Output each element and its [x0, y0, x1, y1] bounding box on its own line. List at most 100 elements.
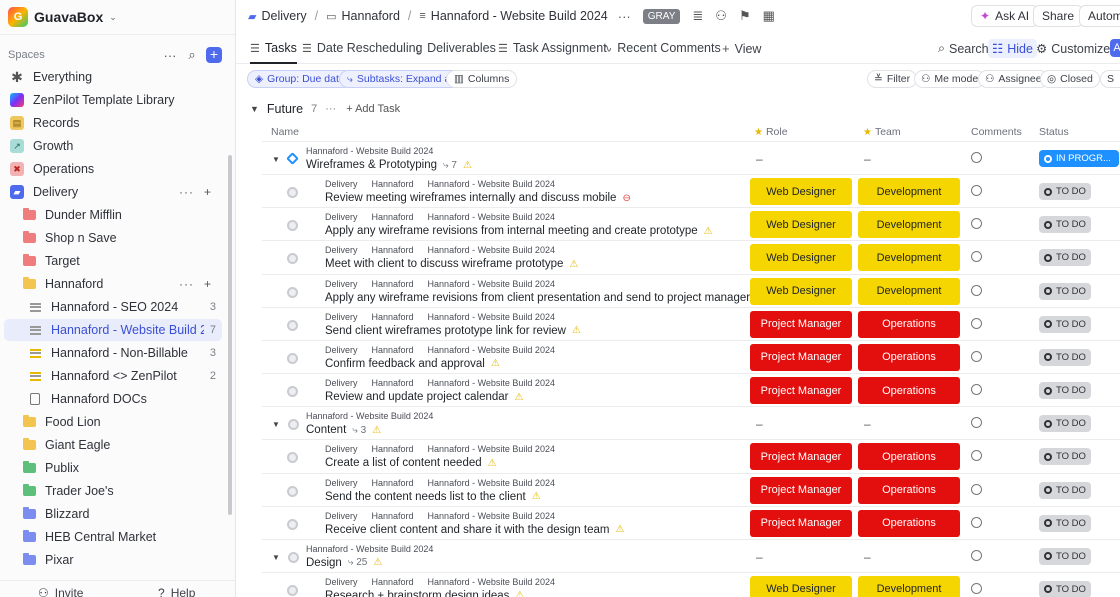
task-name-text[interactable]: Research + brainstorm design ideas	[325, 590, 509, 597]
add-view-button[interactable]: + View	[722, 41, 761, 56]
role-empty[interactable]: –	[756, 417, 763, 431]
role-empty[interactable]: –	[756, 152, 763, 166]
status-circle-icon[interactable]	[287, 286, 298, 298]
status-circle-icon[interactable]	[286, 152, 299, 165]
task-row[interactable]: Delivery Hannaford Hannaford - Website Bui…	[262, 472, 1120, 506]
role-pill[interactable]: Web Designer	[750, 244, 852, 272]
tab-deliverables[interactable]: ▯ Deliverables	[416, 41, 496, 55]
closed-button[interactable]: ◎ Closed	[1040, 70, 1100, 88]
chevron-down-icon[interactable]: ▼	[272, 420, 280, 429]
description-icon[interactable]: ≣	[692, 8, 703, 24]
status-badge[interactable]: TO DO	[1039, 348, 1091, 366]
status-badge[interactable]: TO DO	[1039, 382, 1091, 400]
task-name-text[interactable]: Send the content needs list to the clien…	[325, 491, 526, 503]
sidebar-item-dunder-mifflin[interactable]: Dunder Mifflin	[4, 204, 222, 226]
breadcrumb-delivery[interactable]: Delivery	[261, 9, 306, 23]
comment-icon[interactable]	[971, 185, 982, 197]
location-crumb[interactable]: Delivery	[325, 511, 358, 521]
group-header-future[interactable]: ▼ Future 7 ··· + Add Task	[250, 100, 400, 118]
sidebar-item-trader-joes[interactable]: Trader Joe's	[4, 480, 222, 502]
hide-button[interactable]: ☷ Hide	[988, 39, 1037, 58]
status-badge[interactable]: TO DO	[1039, 216, 1091, 234]
location-crumb[interactable]: Hannaford	[372, 312, 414, 322]
team-pill[interactable]: Development	[858, 244, 960, 272]
chevron-down-icon[interactable]: ▼	[250, 104, 259, 114]
location-crumb[interactable]: Hannaford	[372, 345, 414, 355]
column-header-comments[interactable]: Comments	[971, 126, 1022, 138]
task-row[interactable]: Delivery Hannaford Hannaford - Website Bui…	[262, 339, 1120, 373]
sidebar-item-pixar[interactable]: Pixar	[4, 549, 222, 571]
sidebar-item-publix[interactable]: Publix	[4, 457, 222, 479]
chevron-down-icon[interactable]: ▼	[272, 155, 280, 164]
status-circle-icon[interactable]	[287, 319, 298, 331]
sidebar-item-hannaford-zenpilot[interactable]: Hannaford <> ZenPilot 2	[4, 365, 222, 387]
group-by-chip[interactable]: ◈ Group: Due date	[247, 70, 353, 88]
tab-date-rescheduling[interactable]: ☰ Date Rescheduling	[302, 41, 423, 55]
task-name[interactable]: Apply any wireframe revisions from clien…	[325, 292, 765, 304]
plus-icon[interactable]: +	[204, 185, 212, 199]
subtask-count[interactable]: ⤷ 3	[352, 425, 366, 436]
location-crumb[interactable]: Hannaford	[372, 179, 414, 189]
location-crumb[interactable]: Hannaford	[372, 279, 414, 289]
comment-icon[interactable]	[971, 251, 982, 263]
sidebar-item-hannaford-website-build-2024[interactable]: Hannaford - Website Build 2024 7	[4, 319, 222, 341]
assignee-button[interactable]: ⚇ Assignee	[978, 70, 1049, 88]
task-location-breadcrumb[interactable]: Delivery Hannaford Hannaford - Website Bui…	[325, 245, 569, 255]
status-circle-icon[interactable]	[287, 518, 298, 530]
task-row[interactable]: Delivery Hannaford Hannaford - Website Bui…	[262, 240, 1120, 273]
role-empty[interactable]: –	[756, 550, 763, 564]
task-name-text[interactable]: Review meeting wireframes internally and…	[325, 192, 616, 204]
more-icon[interactable]: ···	[179, 185, 194, 199]
location-crumb[interactable]: Hannaford - Website Build 2024	[428, 444, 555, 454]
sidebar-item-records[interactable]: ▤ Records	[4, 112, 222, 134]
status-circle-icon[interactable]	[287, 187, 298, 199]
breadcrumb-list[interactable]: Hannaford - Website Build 2024	[431, 9, 608, 23]
parent-task-row[interactable]: ▼ Hannaford - Website Build 2024 Design ⤷ 2…	[262, 538, 1120, 572]
comment-icon[interactable]	[971, 483, 982, 495]
task-name-text[interactable]: Create a list of content needed	[325, 457, 482, 469]
status-badge[interactable]: TO DO	[1039, 415, 1091, 433]
sidebar-item-giant-eagle[interactable]: Giant Eagle	[4, 434, 222, 456]
sidebar-item-delivery[interactable]: ▰ Delivery ··· +	[4, 181, 222, 203]
task-location-breadcrumb[interactable]: Delivery Hannaford Hannaford - Website Bui…	[325, 378, 569, 388]
location-crumb[interactable]: Delivery	[325, 212, 358, 222]
invite-button[interactable]: ⚇ Invite	[38, 586, 83, 597]
assignee-icon[interactable]: ⚇	[715, 8, 727, 24]
column-header-team[interactable]: ★ Team	[863, 126, 901, 138]
calendar-icon[interactable]: ▦	[763, 8, 775, 24]
task-name[interactable]: Research + brainstorm design ideas ⚠	[325, 590, 524, 597]
sidebar-item-heb-central-market[interactable]: HEB Central Market	[4, 526, 222, 548]
status-circle-icon[interactable]	[287, 220, 298, 232]
status-badge[interactable]: TO DO	[1039, 249, 1091, 267]
share-button[interactable]: Share	[1033, 5, 1084, 27]
task-name-text[interactable]: Receive client content and share it with…	[325, 524, 609, 536]
sidebar-item-zenpilot-template-library[interactable]: ZenPilot Template Library	[4, 89, 222, 111]
task-name[interactable]: Design ⤷ 25 ⚠	[306, 557, 382, 569]
location-crumb[interactable]: Hannaford - Website Build 2024	[428, 312, 555, 322]
column-header-status[interactable]: Status	[1039, 126, 1069, 138]
status-circle-icon[interactable]	[287, 584, 298, 596]
tab-task-assignment[interactable]: ☰ Task Assignment	[498, 41, 607, 55]
task-name-text[interactable]: Review and update project calendar	[325, 391, 508, 403]
location-crumb[interactable]: Hannaford - Website Build 2024	[306, 146, 433, 156]
task-row[interactable]: Delivery Hannaford Hannaford - Website Bui…	[262, 174, 1120, 207]
comment-icon[interactable]	[971, 350, 982, 362]
task-name[interactable]: Content ⤷ 3 ⚠	[306, 424, 381, 436]
task-name[interactable]: Send the content needs list to the clien…	[325, 491, 541, 503]
location-crumb[interactable]: Hannaford	[372, 245, 414, 255]
team-pill[interactable]: Development	[858, 211, 960, 239]
subtask-count[interactable]: ⤷ 25	[348, 557, 368, 568]
more-icon[interactable]: ···	[162, 48, 178, 63]
role-pill[interactable]: Project Manager	[750, 310, 852, 338]
task-location-breadcrumb[interactable]: Delivery Hannaford Hannaford - Website Bui…	[325, 345, 569, 355]
team-empty[interactable]: –	[864, 417, 871, 431]
role-pill[interactable]: Project Manager	[750, 343, 852, 371]
subtasks-chip[interactable]: ⤷ Subtasks: Expand all	[339, 70, 463, 88]
location-crumb[interactable]: Hannaford - Website Build 2024	[428, 179, 555, 189]
subtask-count[interactable]: ⤷ 7	[443, 160, 457, 171]
add-space-button[interactable]: +	[206, 47, 222, 63]
task-row[interactable]: Delivery Hannaford Hannaford - Website Bui…	[262, 273, 1120, 307]
status-badge[interactable]: TO DO	[1039, 547, 1091, 565]
sidebar-item-blizzard[interactable]: Blizzard	[4, 503, 222, 525]
plus-icon[interactable]: +	[204, 277, 212, 291]
